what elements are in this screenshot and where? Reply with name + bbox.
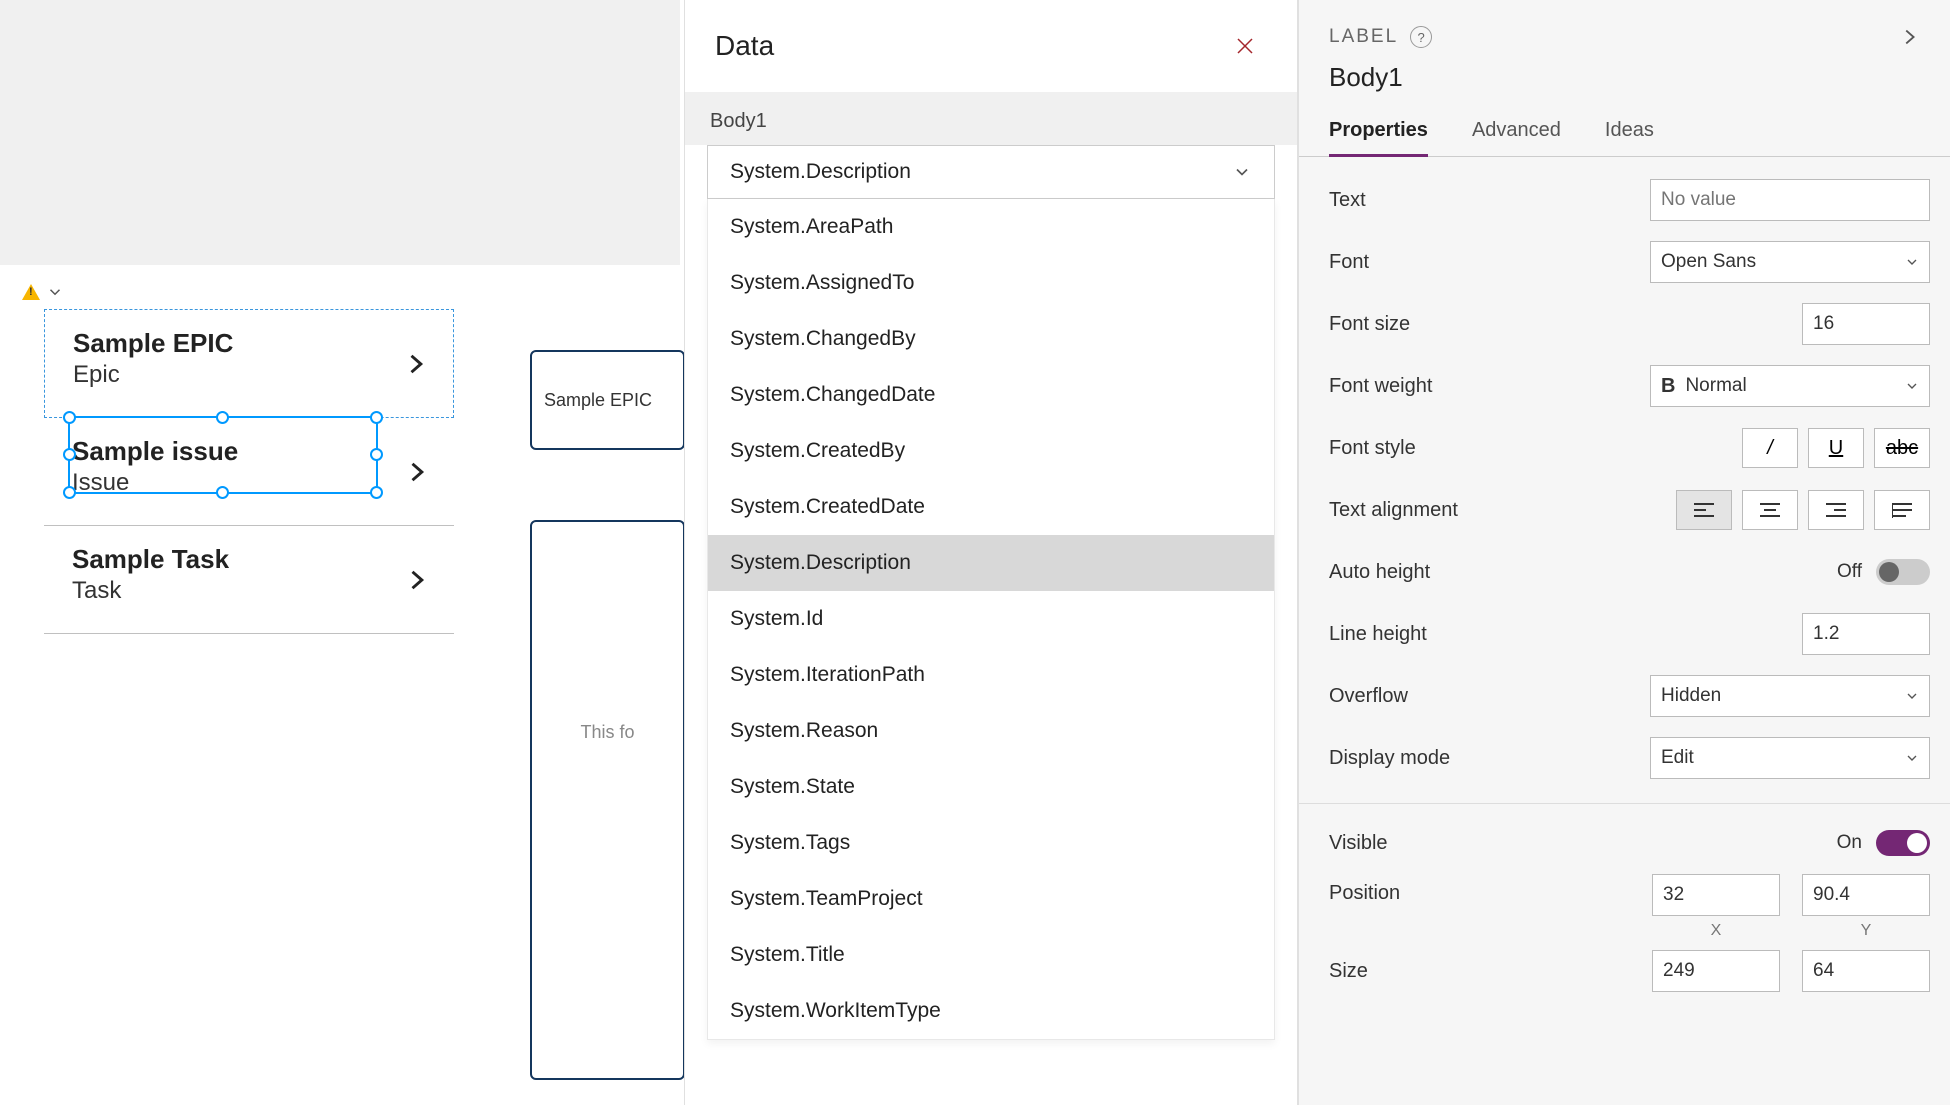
resize-handle[interactable] — [63, 448, 76, 461]
canvas-top-band — [0, 0, 680, 265]
chevron-down-icon[interactable] — [46, 283, 64, 301]
position-x-input[interactable] — [1652, 874, 1780, 916]
size-label: Size — [1329, 960, 1368, 983]
dropdown-item[interactable]: System.ChangedBy — [708, 311, 1274, 367]
underline-button[interactable]: U — [1808, 428, 1864, 468]
data-field-select[interactable]: System.Description — [707, 145, 1275, 199]
dropdown-item[interactable]: System.Tags — [708, 815, 1274, 871]
resize-handle[interactable] — [216, 411, 229, 424]
gallery-title: Sample Task — [72, 544, 444, 575]
data-control-name: Body1 — [685, 92, 1297, 145]
tab-properties[interactable]: Properties — [1329, 109, 1428, 156]
resize-handle[interactable] — [370, 486, 383, 499]
gallery-item[interactable]: Sample Task Task — [44, 526, 454, 634]
align-right-button[interactable] — [1808, 490, 1864, 530]
detail-card-text: This fo — [580, 722, 634, 1078]
align-left-button[interactable] — [1676, 490, 1732, 530]
align-justify-button[interactable] — [1874, 490, 1930, 530]
dropdown-item[interactable]: System.WorkItemType — [708, 983, 1274, 1039]
fontweight-label: Font weight — [1329, 375, 1432, 398]
dropdown-item[interactable]: System.AreaPath — [708, 199, 1274, 255]
text-input[interactable] — [1650, 179, 1930, 221]
gallery-title: Sample EPIC — [73, 328, 443, 359]
size-width-input[interactable] — [1652, 950, 1780, 992]
fontweight-value: Normal — [1685, 375, 1746, 397]
lineheight-input[interactable] — [1802, 613, 1930, 655]
dropdown-item[interactable]: System.IterationPath — [708, 647, 1274, 703]
strikethrough-button[interactable]: abc — [1874, 428, 1930, 468]
dropdown-item[interactable]: System.CreatedBy — [708, 423, 1274, 479]
fontweight-select[interactable]: B Normal — [1650, 365, 1930, 407]
selection-box[interactable] — [68, 416, 378, 494]
autoheight-toggle[interactable] — [1876, 559, 1930, 585]
dropdown-item[interactable]: System.ChangedDate — [708, 367, 1274, 423]
position-label: Position — [1329, 874, 1400, 905]
dropdown-item[interactable]: System.Reason — [708, 703, 1274, 759]
panel-label: LABEL — [1329, 26, 1398, 48]
x-label: X — [1711, 922, 1722, 940]
fontsize-label: Font size — [1329, 313, 1410, 336]
dropdown-item[interactable]: System.Id — [708, 591, 1274, 647]
italic-button[interactable]: / — [1742, 428, 1798, 468]
fontstyle-label: Font style — [1329, 437, 1416, 460]
warning-icon — [22, 284, 40, 300]
y-label: Y — [1861, 922, 1872, 940]
dropdown-item[interactable]: System.Title — [708, 927, 1274, 983]
dropdown-list: System.AreaPathSystem.AssignedToSystem.C… — [707, 199, 1275, 1040]
data-panel-title: Data — [715, 30, 774, 62]
tab-ideas[interactable]: Ideas — [1605, 109, 1654, 156]
displaymode-label: Display mode — [1329, 747, 1450, 770]
visible-toggle[interactable] — [1876, 830, 1930, 856]
dropdown-item[interactable]: System.TeamProject — [708, 871, 1274, 927]
resize-handle[interactable] — [370, 411, 383, 424]
align-center-button[interactable] — [1742, 490, 1798, 530]
overflow-select[interactable] — [1650, 675, 1930, 717]
gallery-item[interactable]: Sample EPIC Epic — [44, 309, 454, 418]
autoheight-label: Auto height — [1329, 561, 1430, 584]
data-field-selected: System.Description — [730, 160, 911, 184]
tabs: Properties Advanced Ideas — [1299, 109, 1950, 157]
displaymode-select[interactable] — [1650, 737, 1930, 779]
visible-label: Visible — [1329, 832, 1388, 855]
bold-icon: B — [1661, 375, 1675, 398]
chevron-down-icon — [1232, 162, 1252, 182]
overflow-label: Overflow — [1329, 685, 1408, 708]
help-icon[interactable]: ? — [1410, 26, 1432, 48]
lineheight-label: Line height — [1329, 623, 1427, 646]
textalign-label: Text alignment — [1329, 499, 1458, 522]
divider — [1299, 803, 1950, 804]
gallery-subtitle: Epic — [73, 361, 443, 389]
close-icon[interactable] — [1233, 34, 1257, 58]
data-panel: Data Body1 System.Description System.Are… — [684, 0, 1298, 1105]
fontsize-input[interactable] — [1802, 303, 1930, 345]
chevron-right-icon — [401, 350, 429, 378]
position-y-input[interactable] — [1802, 874, 1930, 916]
properties-panel: LABEL ? Body1 Properties Advanced Ideas … — [1298, 0, 1950, 1105]
detail-card-large[interactable]: This fo — [530, 520, 685, 1080]
chevron-right-icon — [402, 566, 430, 594]
font-label: Font — [1329, 251, 1369, 274]
resize-handle[interactable] — [63, 486, 76, 499]
resize-handle[interactable] — [63, 411, 76, 424]
resize-handle[interactable] — [370, 448, 383, 461]
tab-advanced[interactable]: Advanced — [1472, 109, 1561, 156]
font-select[interactable] — [1650, 241, 1930, 283]
autoheight-value: Off — [1837, 561, 1862, 583]
visible-value: On — [1837, 832, 1862, 854]
detail-card-small[interactable]: Sample EPIC — [530, 350, 685, 450]
dropdown-item[interactable]: System.Description — [708, 535, 1274, 591]
detail-card-title: Sample EPIC — [544, 390, 652, 411]
size-height-input[interactable] — [1802, 950, 1930, 992]
resize-handle[interactable] — [216, 486, 229, 499]
selected-control-name: Body1 — [1299, 58, 1950, 109]
text-label: Text — [1329, 189, 1366, 212]
dropdown-item[interactable]: System.CreatedDate — [708, 479, 1274, 535]
chevron-right-icon — [402, 458, 430, 486]
gallery-subtitle: Task — [72, 577, 444, 605]
dropdown-item[interactable]: System.State — [708, 759, 1274, 815]
dropdown-item[interactable]: System.AssignedTo — [708, 255, 1274, 311]
chevron-right-icon[interactable] — [1898, 26, 1920, 48]
